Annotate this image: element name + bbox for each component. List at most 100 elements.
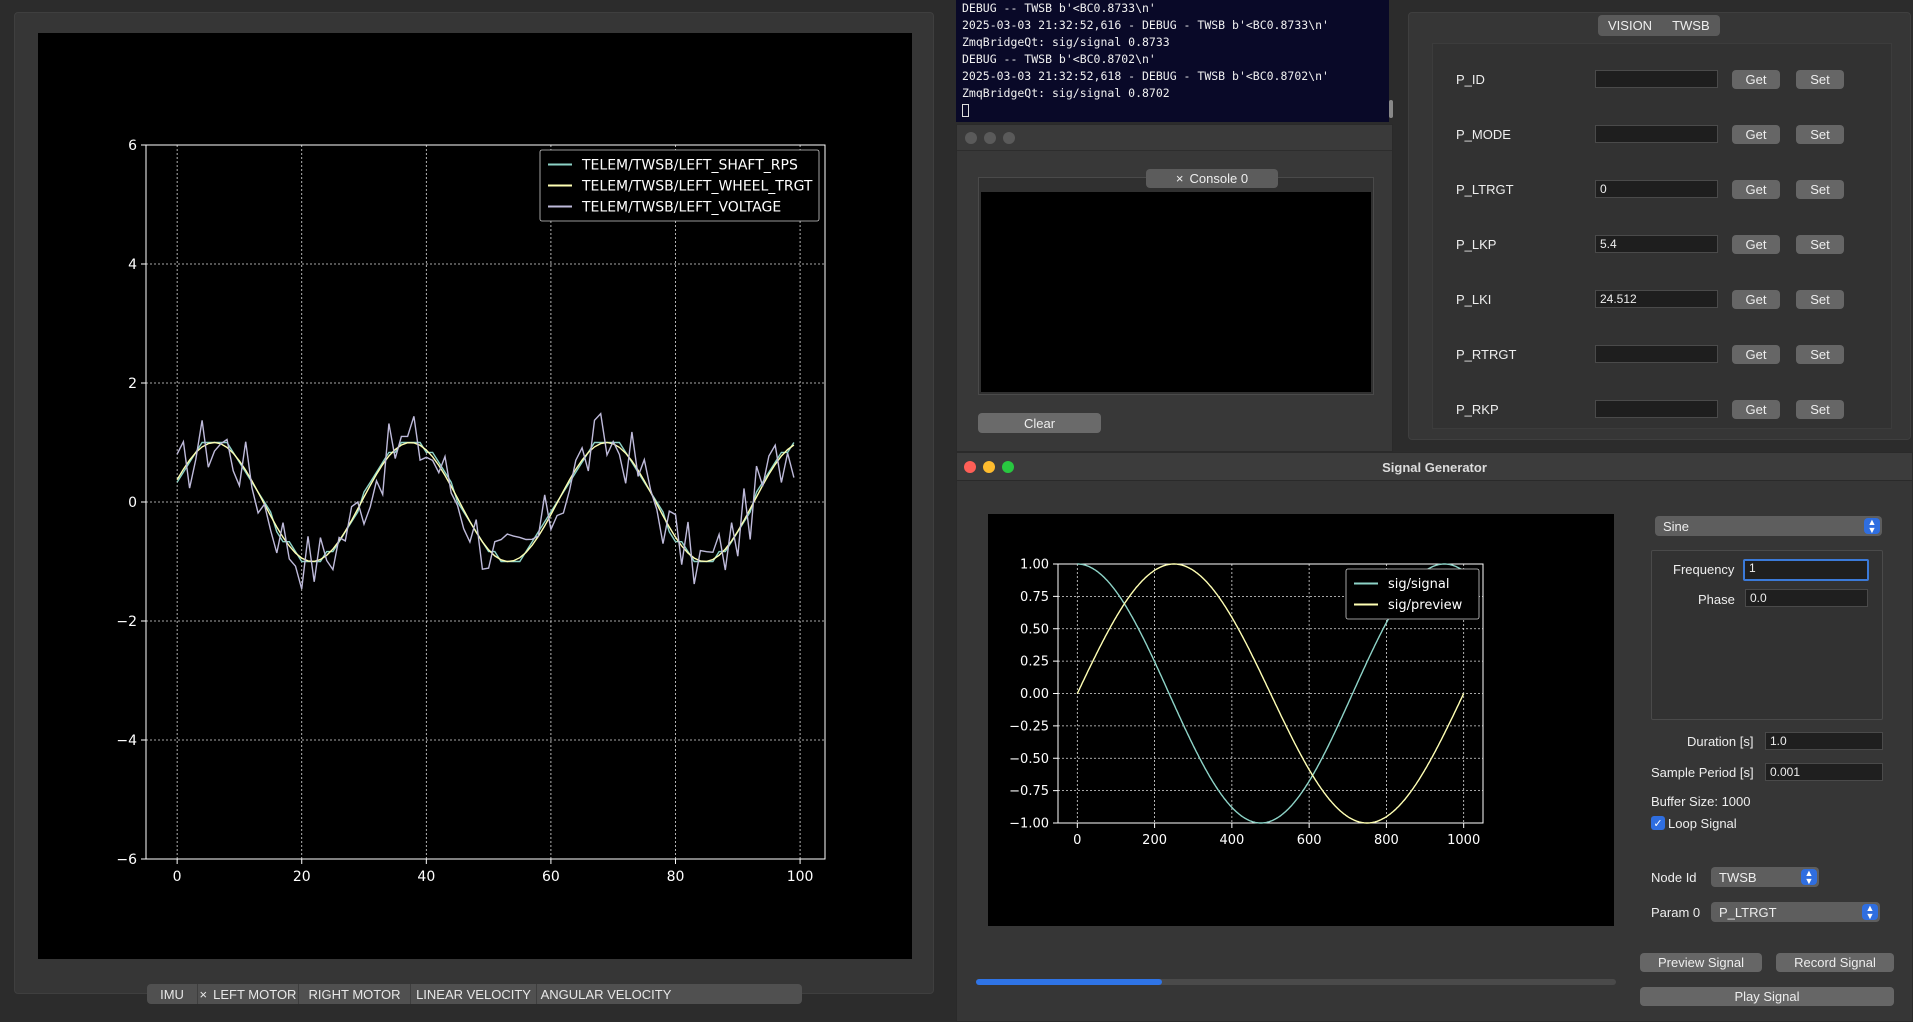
legend-label: sig/signal: [1388, 577, 1449, 592]
y-tick-label: 6: [128, 138, 137, 154]
y-tick-label: −0.50: [1009, 752, 1049, 767]
close-tab-icon[interactable]: ×: [1176, 171, 1184, 186]
tab-imu[interactable]: IMU: [147, 984, 198, 1004]
params-window: P_ID Get Set P_MODE Get Set P_LTRGT 0 Get Set P_LK…: [1408, 12, 1911, 440]
param-name: P_RKP: [1456, 401, 1499, 417]
waveform-settings-group: Frequency 1 Phase 0.0: [1651, 550, 1883, 720]
terminal-cursor: [962, 104, 969, 117]
param-value-input[interactable]: [1595, 345, 1718, 363]
duration-input[interactable]: 1.0: [1765, 732, 1883, 750]
plot-tab-bar: IMU × LEFT MOTOR RIGHT MOTOR LINEAR VELOCITY…: [147, 984, 802, 1004]
x-tick-label: 100: [787, 869, 814, 885]
terminal-line: ZmqBridgeQt: sig/signal 0.8733: [962, 35, 1170, 49]
get-button[interactable]: Get: [1732, 69, 1780, 89]
param-value-input[interactable]: [1595, 70, 1718, 88]
waveform-select[interactable]: Sine ▲ ▼: [1655, 516, 1882, 536]
y-tick-label: 0.50: [1020, 622, 1049, 637]
param-row-p_lki: P_LKI 24.512 Get Set: [1433, 287, 1873, 311]
signal-generator-titlebar: Signal Generator: [957, 453, 1912, 481]
param-name: P_RTRGT: [1456, 346, 1517, 362]
get-button[interactable]: Get: [1732, 234, 1780, 254]
record-signal-button[interactable]: Record Signal: [1776, 953, 1894, 972]
y-tick-label: 1.00: [1020, 558, 1049, 573]
signal-preview-plot: 0 200 400 600 800 1000 −1.00 −0.75 −0.50 −0.25 0.0…: [988, 514, 1614, 926]
param-label: Param 0: [1651, 905, 1701, 920]
console-group: × Console 0: [978, 169, 1374, 395]
tab-left-motor[interactable]: × LEFT MOTOR: [198, 984, 299, 1004]
tab-console-0[interactable]: × Console 0: [1146, 169, 1278, 188]
tab-label: IMU: [160, 986, 184, 1002]
x-tick-label: 800: [1374, 833, 1399, 848]
param-name: P_ID: [1456, 71, 1485, 87]
set-button[interactable]: Set: [1796, 234, 1844, 254]
terminal-scrollbar[interactable]: [1389, 100, 1393, 118]
set-button[interactable]: Set: [1796, 289, 1844, 309]
legend-label: TELEM/TWSB/LEFT_WHEEL_TRGT: [581, 178, 813, 194]
x-tick-label: 0: [1073, 833, 1081, 848]
play-signal-button[interactable]: Play Signal: [1640, 987, 1894, 1006]
param-name: P_LTRGT: [1456, 181, 1514, 197]
phase-label: Phase: [1698, 592, 1735, 607]
get-button[interactable]: Get: [1732, 124, 1780, 144]
param-select[interactable]: P_LTRGT ▲ ▼: [1711, 902, 1880, 922]
param-row-p_lkp: P_LKP 5.4 Get Set: [1433, 232, 1873, 256]
close-tab-icon[interactable]: ×: [200, 987, 208, 1002]
tab-label: RIGHT MOTOR: [308, 986, 401, 1002]
param-row-p_mode: P_MODE Get Set: [1433, 122, 1873, 146]
tab-twsb[interactable]: TWSB: [1662, 18, 1720, 33]
tab-linear-velocity[interactable]: LINEAR VELOCITY: [411, 984, 537, 1004]
tab-vision[interactable]: VISION: [1598, 18, 1662, 33]
set-button[interactable]: Set: [1796, 124, 1844, 144]
console-output: [981, 192, 1371, 392]
clear-button[interactable]: Clear: [978, 413, 1101, 433]
x-tick-label: 400: [1219, 833, 1244, 848]
get-button[interactable]: Get: [1732, 179, 1780, 199]
get-button[interactable]: Get: [1732, 399, 1780, 419]
loop-signal-checkbox[interactable]: ✓: [1651, 816, 1665, 830]
set-button[interactable]: Set: [1796, 69, 1844, 89]
frequency-input[interactable]: 1: [1743, 559, 1869, 581]
y-tick-label: −2: [116, 614, 137, 630]
y-tick-label: 2: [128, 376, 137, 392]
param-value-input[interactable]: [1595, 125, 1718, 143]
tab-label: LINEAR VELOCITY: [416, 986, 531, 1002]
minimize-window-icon[interactable]: [984, 132, 996, 144]
preview-signal-button[interactable]: Preview Signal: [1640, 953, 1762, 972]
param-value-input[interactable]: 24.512: [1595, 290, 1718, 308]
x-tick-label: 200: [1142, 833, 1167, 848]
phase-input[interactable]: 0.0: [1745, 589, 1868, 607]
param-row-p_rtrgt: P_RTRGT Get Set: [1433, 342, 1873, 366]
set-button[interactable]: Set: [1796, 344, 1844, 364]
param-value-input[interactable]: 0: [1595, 180, 1718, 198]
get-button[interactable]: Get: [1732, 289, 1780, 309]
series-line: [176, 441, 795, 563]
terminal-line: 2025-03-03 21:32:52,616 - DEBUG - TWSB b…: [962, 18, 1329, 32]
tab-right-motor[interactable]: RIGHT MOTOR: [299, 984, 411, 1004]
tab-angular-velocity[interactable]: ANGULAR VELOCITY: [537, 984, 675, 1004]
buffer-size-text: Buffer Size: 1000: [1651, 794, 1751, 809]
param-value-input[interactable]: [1595, 400, 1718, 418]
get-button[interactable]: Get: [1732, 344, 1780, 364]
close-window-icon[interactable]: [965, 132, 977, 144]
tab-label: Console 0: [1189, 171, 1249, 186]
y-tick-label: −4: [116, 733, 137, 749]
set-button[interactable]: Set: [1796, 179, 1844, 199]
sample-period-input[interactable]: 0.001: [1765, 763, 1883, 781]
zoom-window-icon[interactable]: [1003, 132, 1015, 144]
param-value: P_LTRGT: [1719, 904, 1777, 920]
terminal-line: DEBUG -- TWSB b'<BC0.8702\n': [962, 52, 1156, 66]
series-line: [176, 441, 795, 563]
chevron-updown-icon: ▲ ▼: [1801, 869, 1817, 886]
legend-label: sig/preview: [1388, 598, 1463, 613]
param-row-p_rkp: P_RKP Get Set: [1433, 397, 1873, 421]
terminal-line: DEBUG -- TWSB b'<BC0.8733\n': [962, 1, 1156, 15]
frequency-label: Frequency: [1673, 562, 1735, 577]
y-tick-label: 0.00: [1020, 687, 1049, 702]
node-id-select[interactable]: TWSB ▲ ▼: [1711, 867, 1819, 887]
set-button[interactable]: Set: [1796, 399, 1844, 419]
param-value-input[interactable]: 5.4: [1595, 235, 1718, 253]
node-id-value: TWSB: [1719, 869, 1757, 885]
chevron-updown-icon: ▲ ▼: [1864, 518, 1880, 535]
x-tick-label: 1000: [1447, 833, 1480, 848]
terminal-output: DEBUG -- TWSB b'<BC0.8733\n' 2025-03-03 2…: [956, 0, 1389, 122]
